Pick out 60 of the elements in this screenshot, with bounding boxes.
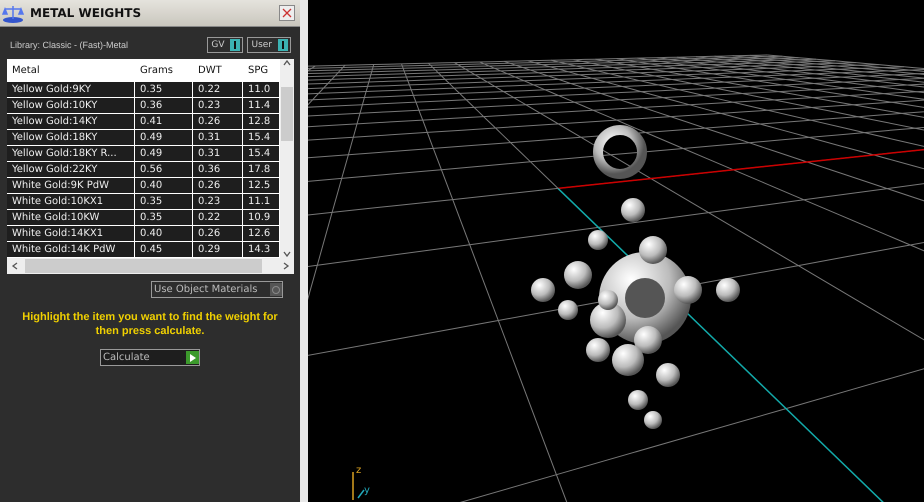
table-cell[interactable]: 0.36 [135, 98, 193, 114]
table-cell[interactable]: 0.56 [135, 162, 193, 178]
table-cell[interactable]: 0.26 [193, 178, 243, 194]
horizontal-scrollbar[interactable] [7, 258, 294, 274]
table-cell[interactable]: 11.4 [243, 98, 280, 114]
3d-viewport[interactable]: z y [308, 0, 924, 502]
table-cell[interactable]: 14.3 [243, 242, 280, 258]
table-cell[interactable]: 0.45 [135, 242, 193, 258]
table-cell[interactable]: 12.6 [243, 226, 280, 242]
table-cell[interactable]: White Gold:14KX1 [7, 226, 135, 242]
table-cell[interactable]: 0.29 [193, 242, 243, 258]
table-cell[interactable]: 0.26 [193, 226, 243, 242]
table-cell[interactable]: 0.35 [135, 82, 193, 98]
scroll-thumb[interactable] [25, 259, 262, 273]
table-cell[interactable]: White Gold:9K PdW [7, 178, 135, 194]
table-cell[interactable]: 0.49 [135, 146, 193, 162]
table-cell[interactable]: Yellow Gold:18KY [7, 130, 135, 146]
close-button[interactable] [279, 5, 295, 21]
table-cell[interactable]: 12.5 [243, 178, 280, 194]
table-cell[interactable]: 0.35 [135, 210, 193, 226]
table-cell[interactable]: Yellow Gold:9KY [7, 82, 135, 98]
table-cell[interactable]: 0.49 [135, 130, 193, 146]
table-cell[interactable]: 11.1 [243, 194, 280, 210]
toggle-switch[interactable]: GV [207, 37, 244, 53]
table-cell[interactable]: 0.31 [193, 146, 243, 162]
calculate-button[interactable]: Calculate [100, 349, 200, 366]
table-cell[interactable]: Yellow Gold:22KY [7, 162, 135, 178]
axis-gizmo: z y [352, 465, 370, 500]
table-cell[interactable]: 0.36 [193, 162, 243, 178]
instruction-text: Highlight the item you want to find the weight for then press calculate. [21, 310, 279, 338]
table-cell[interactable]: 0.23 [193, 98, 243, 114]
table-cell[interactable]: 0.40 [135, 226, 193, 242]
table-cell[interactable]: 10.9 [243, 210, 280, 226]
table-cell[interactable]: Yellow Gold:14KY [7, 114, 135, 130]
toggle-switch[interactable]: User [247, 37, 291, 53]
table-cell[interactable]: 11.0 [243, 82, 280, 98]
vertical-scrollbar[interactable] [280, 59, 294, 258]
play-icon [186, 351, 199, 364]
table-cell[interactable]: 12.8 [243, 114, 280, 130]
table-cell[interactable]: White Gold:14K PdW [7, 242, 135, 258]
table-cell[interactable]: 15.4 [243, 146, 280, 162]
table-cell[interactable]: White Gold:10KX1 [7, 194, 135, 210]
panel-title: METAL WEIGHTS [29, 6, 142, 20]
table-cell[interactable]: 0.22 [193, 210, 243, 226]
scroll-thumb[interactable] [281, 86, 293, 140]
table-cell[interactable]: 0.31 [193, 130, 243, 146]
table-cell[interactable]: 0.40 [135, 178, 193, 194]
table-cell[interactable]: White Gold:10KW [7, 210, 135, 226]
use-object-materials-toggle[interactable]: Use Object Materials [151, 281, 283, 298]
table-cell[interactable]: 0.35 [135, 194, 193, 210]
table-cell[interactable]: 0.22 [193, 82, 243, 98]
table-cell[interactable]: 0.26 [193, 114, 243, 130]
table-cell[interactable]: 0.41 [135, 114, 193, 130]
table-cell[interactable]: Yellow Gold:18KY R... [7, 146, 135, 162]
table-cell[interactable]: 17.8 [243, 162, 280, 178]
table-cell[interactable]: 15.4 [243, 130, 280, 146]
close-icon [282, 8, 292, 18]
library-label: Library: Classic - (Fast)-Metal [10, 40, 130, 50]
table-cell[interactable]: Yellow Gold:10KY [7, 98, 135, 114]
table-cell[interactable]: 0.23 [193, 194, 243, 210]
